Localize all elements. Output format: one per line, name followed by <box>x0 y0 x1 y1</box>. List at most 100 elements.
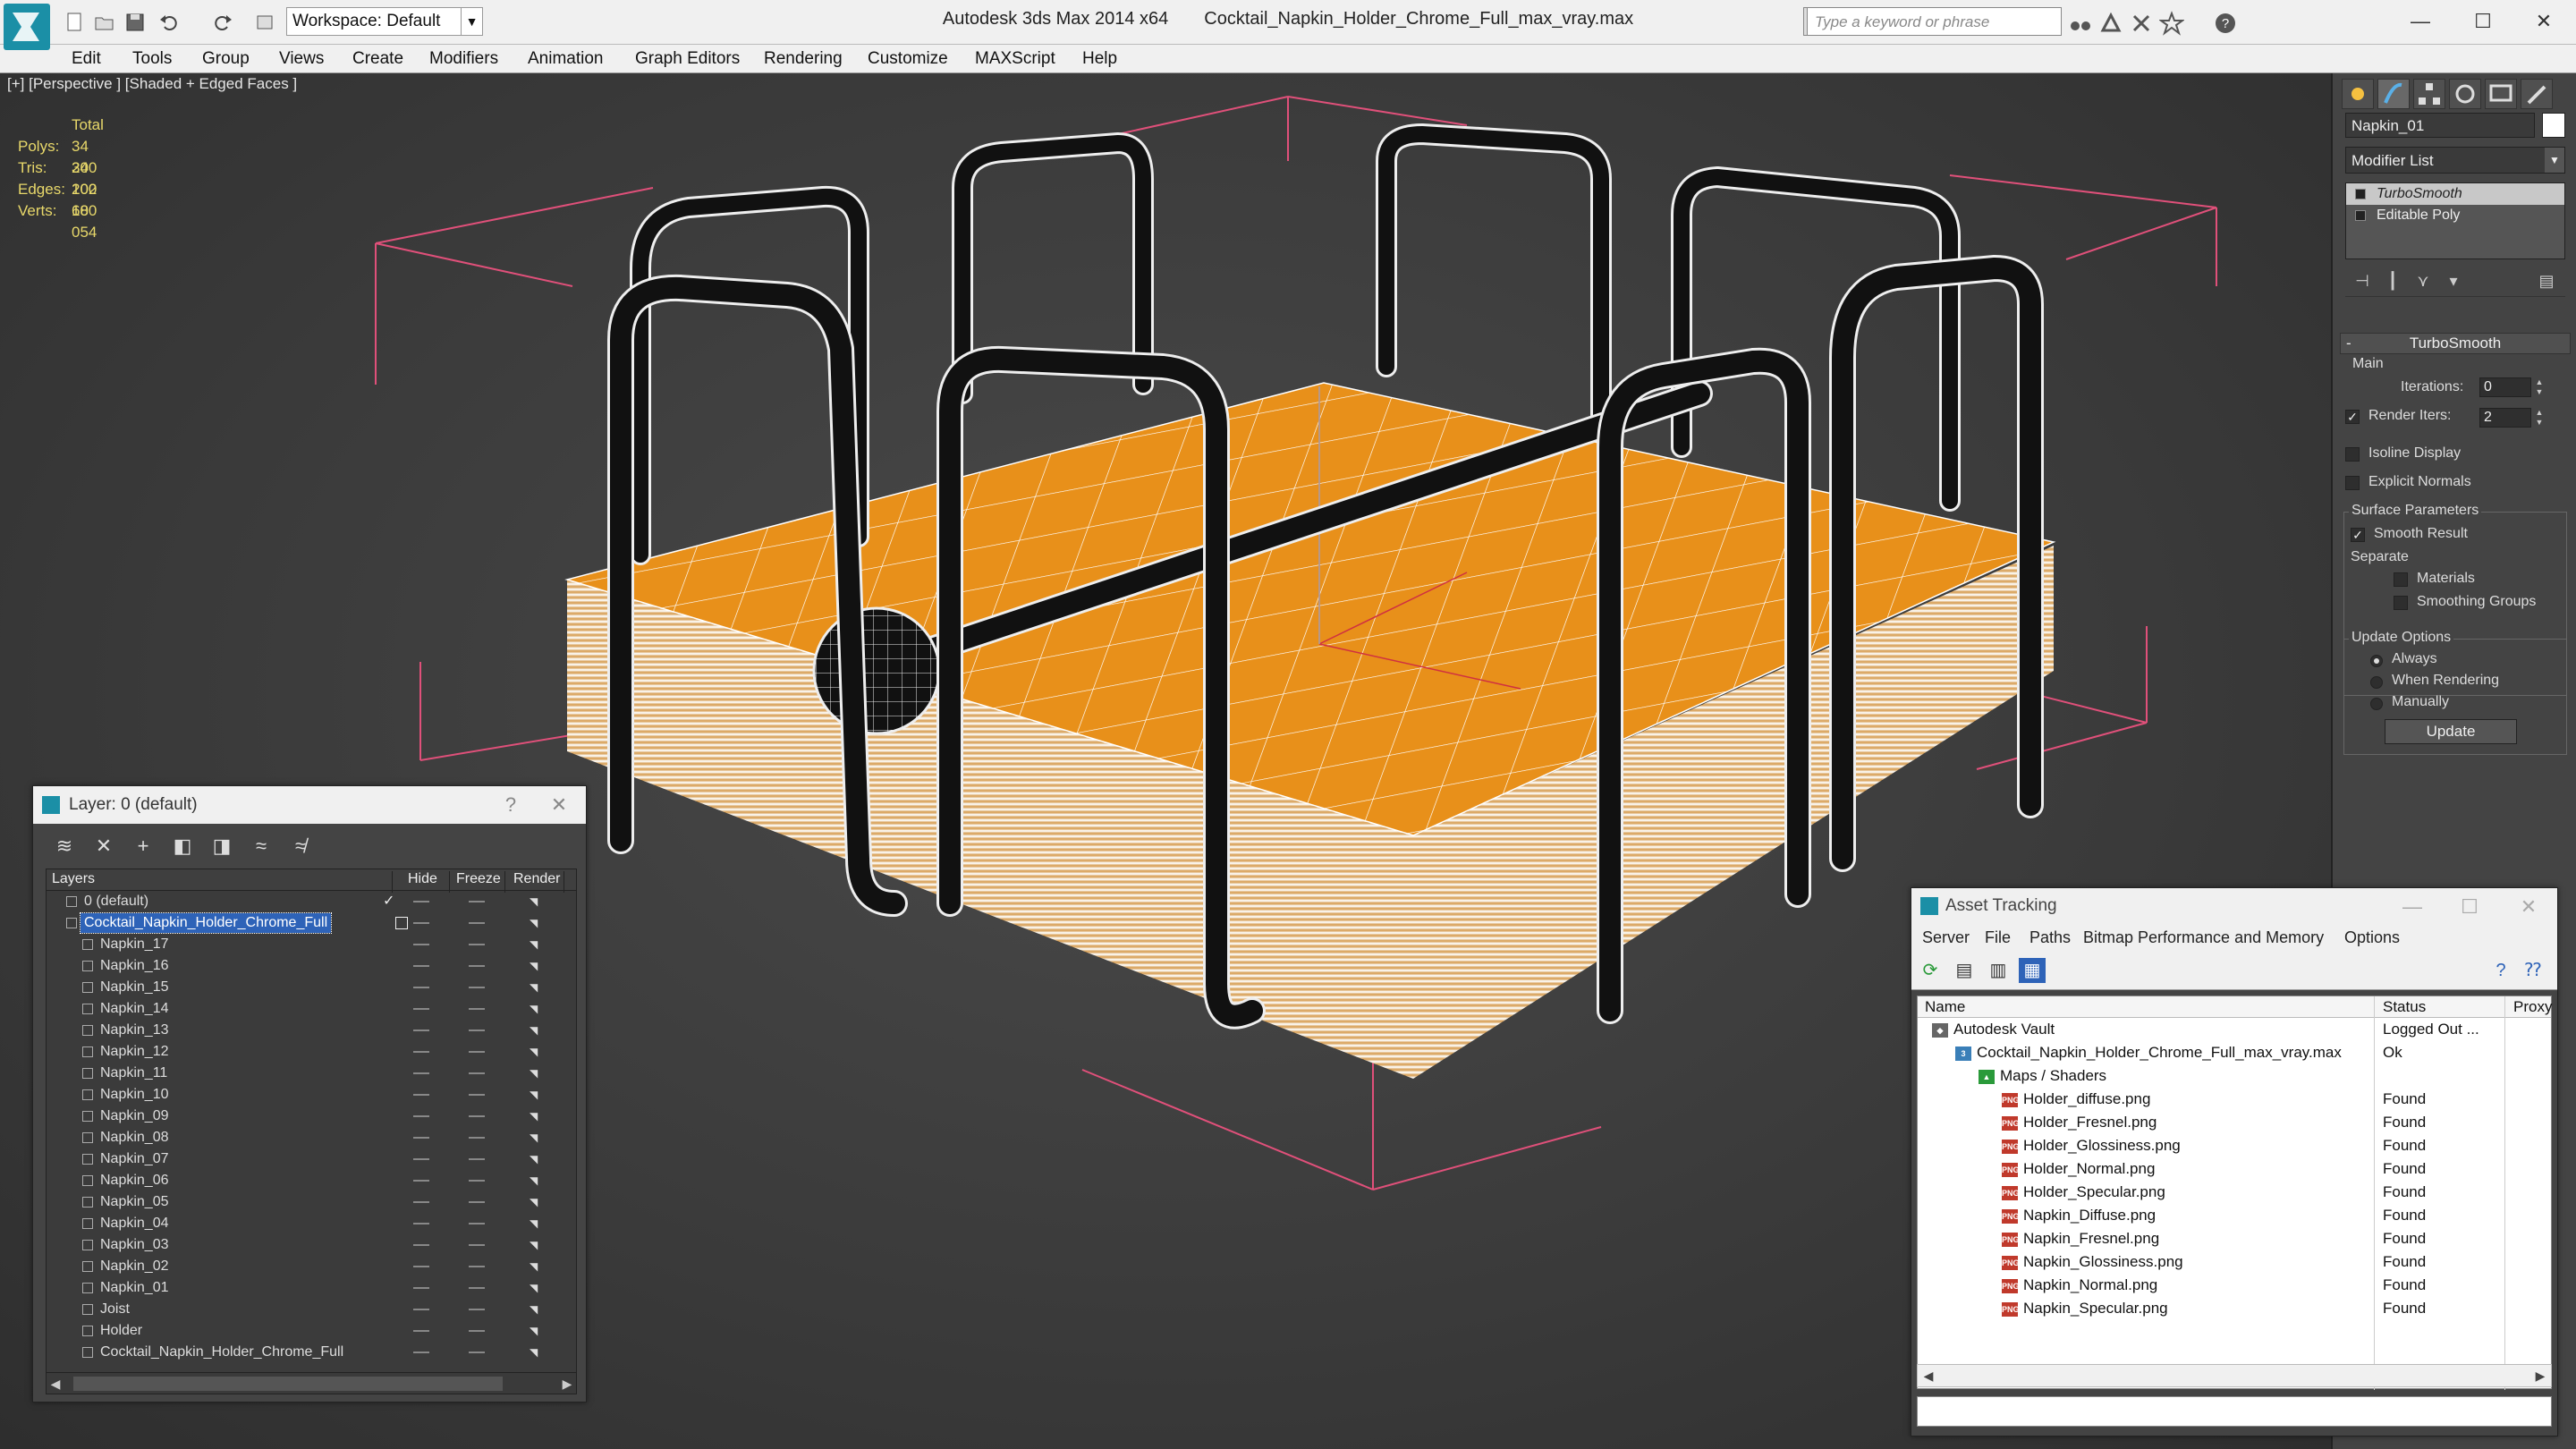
layer-row[interactable]: Napkin_14 ◥ <box>47 998 576 1020</box>
freeze-toggle[interactable] <box>469 1223 485 1224</box>
maximize-button[interactable]: ☐ <box>2452 888 2487 926</box>
render-teapot-icon[interactable]: ◥ <box>530 1303 544 1316</box>
freeze-toggle[interactable] <box>469 1094 485 1096</box>
menu-edit[interactable]: Edit <box>72 45 101 73</box>
configure-sets-icon[interactable]: ▤ <box>2535 272 2558 295</box>
freeze-toggle[interactable] <box>469 922 485 924</box>
layer-manager-icon[interactable]: ≋ <box>51 833 78 860</box>
utilities-tab-icon[interactable] <box>2521 79 2553 109</box>
asset-row[interactable]: ◆ Autodesk Vault Logged Out ... <box>1918 1018 2551 1041</box>
freeze-toggle[interactable] <box>469 1244 485 1246</box>
render-teapot-icon[interactable]: ◥ <box>530 1282 544 1294</box>
menu-create[interactable]: Create <box>352 45 403 73</box>
menu-views[interactable]: Views <box>279 45 324 73</box>
hide-toggle[interactable] <box>413 944 429 945</box>
hide-toggle[interactable] <box>413 1008 429 1010</box>
render-teapot-icon[interactable]: ◥ <box>530 1217 544 1230</box>
set-current-layer-icon[interactable]: ≈ <box>248 833 275 860</box>
communication-center-icon[interactable] <box>2129 11 2154 36</box>
object-name-field[interactable]: Napkin_01 <box>2345 113 2535 138</box>
hide-toggle[interactable] <box>413 987 429 988</box>
always-radio[interactable] <box>2370 655 2383 667</box>
freeze-toggle[interactable] <box>469 1330 485 1332</box>
scroll-right-icon[interactable]: ▶ <box>2529 1365 2551 1386</box>
close-button[interactable]: ✕ <box>2517 5 2571 38</box>
manually-radio[interactable] <box>2370 698 2383 710</box>
render-teapot-icon[interactable]: ◥ <box>530 960 544 972</box>
asset-dialog-titlebar[interactable]: Asset Tracking — ☐ ✕ <box>1911 888 2557 924</box>
asset-row[interactable]: PNG Holder_Fresnel.png Found <box>1918 1111 2551 1134</box>
menu-group[interactable]: Group <box>202 45 250 73</box>
hide-toggle[interactable] <box>413 1072 429 1074</box>
asset-row[interactable]: PNG Napkin_Specular.png Found <box>1918 1297 2551 1320</box>
freeze-column-header[interactable]: Freeze <box>456 871 501 887</box>
render-teapot-icon[interactable]: ◥ <box>530 1131 544 1144</box>
hide-toggle[interactable] <box>413 1330 429 1332</box>
asset-menu-options[interactable]: Options <box>2344 924 2400 951</box>
turbosmooth-rollout-header[interactable]: - TurboSmooth <box>2340 333 2571 354</box>
freeze-toggle[interactable] <box>469 901 485 902</box>
render-teapot-icon[interactable]: ◥ <box>530 917 544 929</box>
layer-row[interactable]: Napkin_10 ◥ <box>47 1084 576 1106</box>
delete-layer-icon[interactable]: ✕ <box>90 833 117 860</box>
hide-toggle[interactable] <box>413 1158 429 1160</box>
asset-row[interactable]: PNG Napkin_Glossiness.png Found <box>1918 1250 2551 1274</box>
hide-column-header[interactable]: Hide <box>408 871 437 887</box>
layer-row[interactable]: Napkin_08 ◥ <box>47 1127 576 1148</box>
iterations-input[interactable]: 0 <box>2479 377 2531 397</box>
layers-column-header[interactable]: Layers <box>52 871 95 887</box>
expand-icon[interactable] <box>2355 210 2366 221</box>
current-layer-check-icon[interactable]: ✓ <box>383 891 394 912</box>
render-teapot-icon[interactable]: ◥ <box>530 895 544 908</box>
asset-row[interactable]: PNG Holder_Glossiness.png Found <box>1918 1134 2551 1157</box>
asset-row[interactable]: 3 Cocktail_Napkin_Holder_Chrome_Full_max_… <box>1918 1041 2551 1064</box>
proxy-column-header[interactable]: Proxy <box>2513 998 2552 1016</box>
render-teapot-icon[interactable]: ◥ <box>530 1003 544 1015</box>
menu-animation[interactable]: Animation <box>528 45 604 73</box>
layer-row[interactable]: Napkin_15 ◥ <box>47 977 576 998</box>
freeze-toggle[interactable] <box>469 1266 485 1267</box>
pin-stack-icon[interactable]: ⊣ <box>2351 272 2374 295</box>
viewport-label[interactable]: [+] [Perspective ] [Shaded + Edged Faces… <box>7 75 297 93</box>
layer-row[interactable]: Cocktail_Napkin_Holder_Chrome_Full ◥ <box>47 912 576 934</box>
render-column-header[interactable]: Render <box>513 871 560 887</box>
render-teapot-icon[interactable]: ◥ <box>530 981 544 994</box>
when-rendering-radio[interactable] <box>2370 676 2383 689</box>
maximize-button[interactable]: ☐ <box>2456 5 2510 38</box>
hide-toggle[interactable] <box>413 1201 429 1203</box>
layer-row[interactable]: Napkin_02 ◥ <box>47 1256 576 1277</box>
asset-menu-bitmap[interactable]: Bitmap Performance and Memory <box>2083 924 2324 951</box>
close-button[interactable]: ✕ <box>541 786 577 824</box>
scroll-left-icon[interactable]: ◀ <box>1918 1365 1939 1386</box>
freeze-toggle[interactable] <box>469 1352 485 1353</box>
smooth-result-checkbox[interactable]: ✓ <box>2351 528 2365 542</box>
app-logo-icon[interactable] <box>4 4 50 50</box>
freeze-toggle[interactable] <box>469 987 485 988</box>
render-teapot-icon[interactable]: ◥ <box>530 938 544 951</box>
render-iters-spinner[interactable]: ▲ ▼ <box>2533 408 2546 428</box>
menu-rendering[interactable]: Rendering <box>764 45 843 73</box>
hide-toggle[interactable] <box>413 1180 429 1182</box>
render-teapot-icon[interactable]: ◥ <box>530 1110 544 1123</box>
freeze-toggle[interactable] <box>469 1137 485 1139</box>
hide-toggle[interactable] <box>413 965 429 967</box>
scroll-left-icon[interactable]: ◀ <box>47 1373 64 1394</box>
freeze-toggle[interactable] <box>469 1201 485 1203</box>
iterations-spinner[interactable]: ▲ ▼ <box>2533 377 2546 397</box>
tree-view-icon[interactable]: ▥ <box>1985 958 2012 983</box>
render-teapot-icon[interactable]: ◥ <box>530 1346 544 1359</box>
scrollbar-thumb[interactable] <box>73 1377 503 1391</box>
isoline-display-checkbox[interactable] <box>2345 447 2360 462</box>
lightbulb-icon[interactable] <box>2355 189 2366 199</box>
render-teapot-icon[interactable]: ◥ <box>530 1046 544 1058</box>
freeze-toggle[interactable] <box>469 1180 485 1182</box>
asset-menu-server[interactable]: Server <box>1922 924 1970 951</box>
modify-tab-icon[interactable] <box>2377 79 2410 109</box>
help-icon[interactable]: ? <box>2487 958 2514 983</box>
hide-toggle[interactable] <box>413 1051 429 1053</box>
render-teapot-icon[interactable]: ◥ <box>530 1239 544 1251</box>
object-color-swatch[interactable] <box>2542 113 2565 138</box>
hide-toggle[interactable] <box>413 1244 429 1246</box>
render-iters-input[interactable]: 2 <box>2479 408 2531 428</box>
render-teapot-icon[interactable]: ◥ <box>530 1089 544 1101</box>
